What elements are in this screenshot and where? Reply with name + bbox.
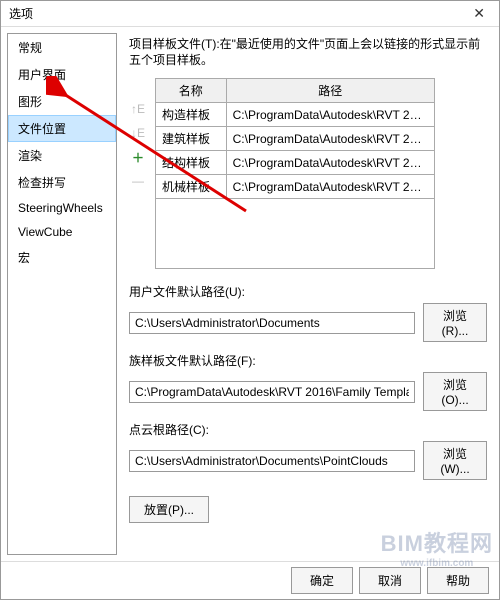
template-area: ↑E ↓E ＋ — 名称 路径 构造样板 C:\: [129, 78, 487, 269]
sidebar: 常规 用户界面 图形 文件位置 渲染 检查拼写 SteeringWheels V…: [7, 33, 117, 555]
dialog-body: 常规 用户界面 图形 文件位置 渲染 检查拼写 SteeringWheels V…: [1, 27, 499, 561]
sidebar-item-general[interactable]: 常规: [8, 34, 116, 61]
sidebar-item-steeringwheels[interactable]: SteeringWheels: [8, 196, 116, 220]
table-row[interactable]: 机械样板 C:\ProgramData\Autodesk\RVT 2016\Te…: [156, 175, 435, 199]
browse-family-templates-button[interactable]: 浏览(O)...: [423, 372, 487, 411]
user-files-input[interactable]: [129, 312, 415, 334]
templates-table: 名称 路径 构造样板 C:\ProgramData\Autodesk\RVT 2…: [155, 78, 435, 269]
add-icon[interactable]: ＋: [129, 148, 147, 166]
place-button[interactable]: 放置(P)...: [129, 496, 209, 523]
table-row[interactable]: 构造样板 C:\ProgramData\Autodesk\RVT 2016\Te…: [156, 103, 435, 127]
family-templates-label: 族样板文件默认路径(F):: [129, 352, 487, 369]
cell-name[interactable]: 构造样板: [156, 103, 227, 127]
template-tools: ↑E ↓E ＋ —: [129, 78, 149, 269]
help-button[interactable]: 帮助: [427, 567, 489, 594]
move-down-icon[interactable]: ↓E: [129, 124, 147, 142]
sidebar-item-graphics[interactable]: 图形: [8, 88, 116, 115]
cell-path[interactable]: C:\ProgramData\Autodesk\RVT 2016\Templat…: [226, 175, 434, 199]
sidebar-item-spellcheck[interactable]: 检查拼写: [8, 169, 116, 196]
dialog-title: 选项: [9, 5, 33, 22]
options-dialog: 选项 ✕ 常规 用户界面 图形 文件位置 渲染 检查拼写 SteeringWhe…: [0, 0, 500, 600]
ok-button[interactable]: 确定: [291, 567, 353, 594]
sidebar-item-macros[interactable]: 宏: [8, 244, 116, 271]
browse-user-files-button[interactable]: 浏览(R)...: [423, 303, 487, 342]
user-files-group: 用户文件默认路径(U): 浏览(R)...: [129, 283, 487, 342]
family-templates-group: 族样板文件默认路径(F): 浏览(O)...: [129, 352, 487, 411]
table-row[interactable]: 结构样板 C:\ProgramData\Autodesk\RVT 2016\Te…: [156, 151, 435, 175]
cell-path[interactable]: C:\ProgramData\Autodesk\RVT 2016\Templat…: [226, 127, 434, 151]
table-row[interactable]: 建筑样板 C:\ProgramData\Autodesk\RVT 2016\Te…: [156, 127, 435, 151]
cell-name[interactable]: 结构样板: [156, 151, 227, 175]
sidebar-item-viewcube[interactable]: ViewCube: [8, 220, 116, 244]
family-templates-input[interactable]: [129, 381, 415, 403]
cell-path[interactable]: C:\ProgramData\Autodesk\RVT 2016\Templat…: [226, 103, 434, 127]
main-panel: 项目样板文件(T):在"最近使用的文件"页面上会以链接的形式显示前五个项目样板。…: [117, 27, 499, 561]
sidebar-item-ui[interactable]: 用户界面: [8, 61, 116, 88]
user-files-label: 用户文件默认路径(U):: [129, 283, 487, 300]
titlebar: 选项 ✕: [1, 1, 499, 27]
intro-text: 项目样板文件(T):在"最近使用的文件"页面上会以链接的形式显示前五个项目样板。: [129, 37, 487, 68]
th-name[interactable]: 名称: [156, 79, 227, 103]
table-spacer: [156, 199, 435, 269]
sidebar-item-rendering[interactable]: 渲染: [8, 142, 116, 169]
th-path[interactable]: 路径: [226, 79, 434, 103]
footer: 确定 取消 帮助: [1, 561, 499, 599]
pointcloud-group: 点云根路径(C): 浏览(W)...: [129, 421, 487, 480]
remove-icon[interactable]: —: [129, 172, 147, 190]
pointcloud-input[interactable]: [129, 450, 415, 472]
cell-name[interactable]: 建筑样板: [156, 127, 227, 151]
pointcloud-label: 点云根路径(C):: [129, 421, 487, 438]
close-icon[interactable]: ✕: [467, 5, 491, 22]
cancel-button[interactable]: 取消: [359, 567, 421, 594]
cell-name[interactable]: 机械样板: [156, 175, 227, 199]
sidebar-item-file-locations[interactable]: 文件位置: [8, 115, 116, 142]
move-up-icon[interactable]: ↑E: [129, 100, 147, 118]
cell-path[interactable]: C:\ProgramData\Autodesk\RVT 2016\Templat…: [226, 151, 434, 175]
browse-pointcloud-button[interactable]: 浏览(W)...: [423, 441, 487, 480]
